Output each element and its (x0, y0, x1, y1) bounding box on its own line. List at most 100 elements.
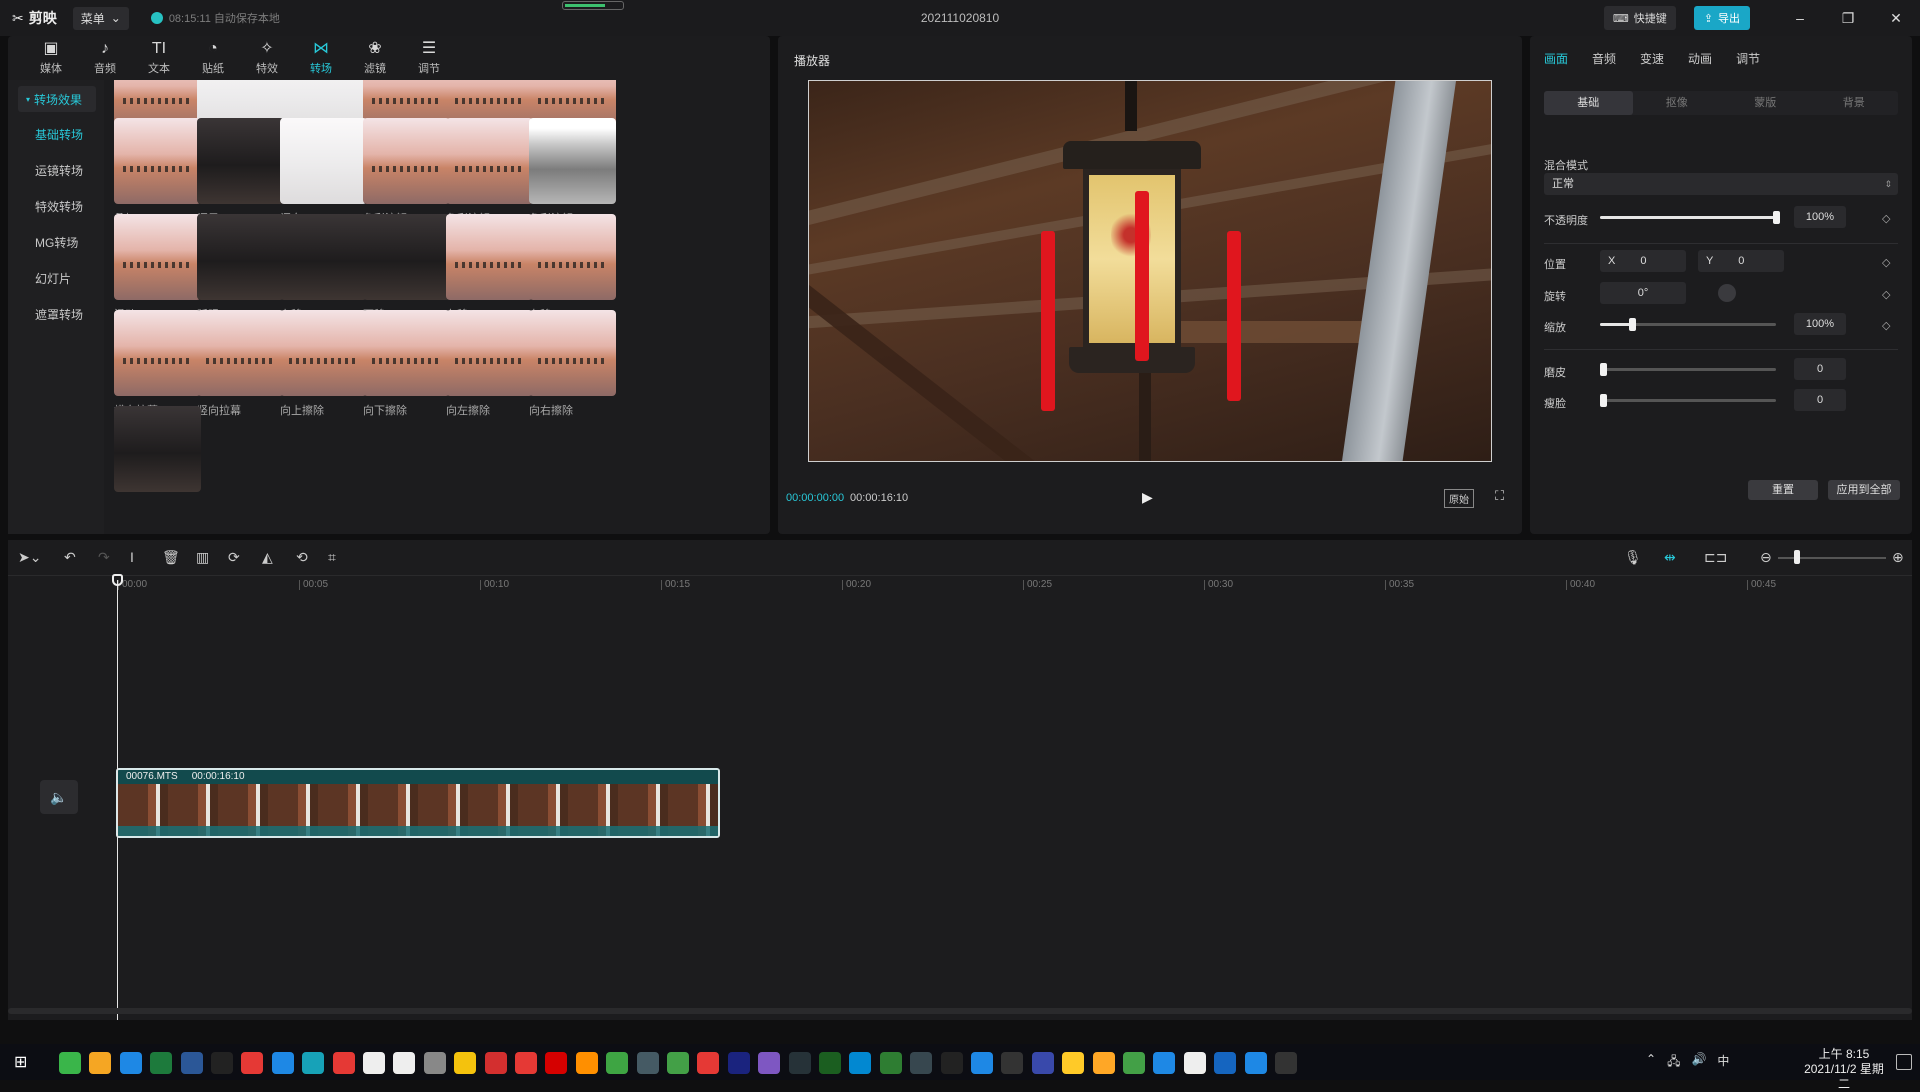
sidebar-header[interactable]: ▾ 转场效果 (18, 86, 96, 112)
taskbar-app-icon[interactable] (575, 1052, 598, 1074)
transition-item[interactable]: 色彩溶解 (363, 118, 450, 226)
face-slim-slider-knob[interactable] (1600, 394, 1607, 407)
transition-item[interactable]: 向左擦除 (446, 310, 533, 418)
scale-slider-knob[interactable] (1628, 318, 1636, 331)
tool-play-square[interactable]: ▣ 媒体 (24, 36, 78, 80)
sidebar-item[interactable]: 幻灯片 (8, 260, 104, 296)
taskbar-app-icon[interactable] (971, 1052, 993, 1074)
tool-sparkle[interactable]: ✧ 特效 (240, 36, 294, 80)
position-y-input[interactable]: Y 0 (1698, 250, 1784, 272)
tool-text[interactable]: TI 文本 (132, 36, 186, 80)
transition-item[interactable]: 闪黑 (197, 118, 284, 226)
tool-transition[interactable]: ⋈ 转场 (294, 36, 348, 80)
redo-icon[interactable]: ↷ (98, 549, 110, 566)
transition-item[interactable]: 叠加 (114, 118, 201, 226)
taskbar-app-icon[interactable] (1153, 1052, 1176, 1074)
taskbar-app-icon[interactable] (180, 1052, 203, 1074)
property-subtab[interactable]: 背景 (1810, 91, 1899, 115)
property-tab[interactable]: 调节 (1736, 50, 1760, 67)
cursor-select-icon[interactable]: ➤⌄ (18, 549, 41, 566)
transition-item[interactable]: 眨眼 (197, 214, 284, 322)
property-tab[interactable]: 音频 (1592, 50, 1616, 67)
property-subtab[interactable]: 蒙版 (1721, 91, 1810, 115)
windows-start-icon[interactable]: ⊞ (14, 1052, 36, 1074)
freeze-icon[interactable]: ▥ (196, 549, 209, 566)
close-button[interactable]: ✕ (1872, 10, 1920, 27)
keyframe-icon[interactable]: ◇ (1882, 256, 1890, 269)
taskbar-app-icon[interactable] (910, 1052, 933, 1074)
taskbar-app-icon[interactable] (1183, 1052, 1206, 1074)
taskbar-app-icon[interactable] (1062, 1052, 1085, 1074)
sidebar-item[interactable]: 基础转场 (8, 116, 104, 152)
network-icon[interactable]: 🖧 (1667, 1052, 1680, 1073)
taskbar-clock[interactable]: 上午 8:15 2021/11/2 星期二 (1804, 1047, 1884, 1092)
property-subtab[interactable]: 基础 (1544, 91, 1633, 115)
taskbar-app-icon[interactable] (1123, 1052, 1145, 1074)
taskbar-app-icon[interactable] (940, 1052, 963, 1074)
taskbar-app-icon[interactable] (241, 1052, 264, 1074)
transition-item[interactable]: 下移 (363, 214, 450, 322)
taskbar-app-icon[interactable] (879, 1052, 902, 1074)
face-slim-input[interactable]: 0 (1794, 389, 1846, 411)
property-tab[interactable]: 变速 (1640, 50, 1664, 67)
keyframe-icon[interactable]: ◇ (1882, 319, 1890, 332)
transition-item[interactable]: 闪白 (280, 118, 367, 226)
taskbar-app-icon[interactable] (271, 1052, 294, 1074)
scale-slider[interactable] (1600, 318, 1776, 331)
taskbar-app-icon[interactable] (150, 1052, 173, 1074)
taskbar-app-icon[interactable] (423, 1052, 446, 1074)
taskbar-app-icon[interactable] (1244, 1052, 1267, 1074)
rotate-dial-icon[interactable] (1718, 284, 1736, 302)
video-preview[interactable] (808, 80, 1492, 462)
taskbar-app-icon[interactable] (454, 1052, 477, 1074)
tool-filter[interactable]: ❀ 滤镜 (348, 36, 402, 80)
menu-button[interactable]: 菜单 ⌄ (72, 6, 129, 30)
crop-icon[interactable]: ⌗ (328, 549, 336, 566)
taskbar-app-icon[interactable] (515, 1052, 537, 1074)
export-button[interactable]: ⇪ 导出 (1693, 6, 1750, 30)
transition-item[interactable]: 向下擦除 (363, 310, 450, 418)
smooth-slider[interactable] (1600, 363, 1776, 376)
zoom-out-icon[interactable]: ⊖ (1760, 549, 1772, 566)
sidebar-item[interactable]: MG转场 (8, 224, 104, 260)
blend-mode-select[interactable]: 正常 ⇕ (1544, 173, 1898, 195)
playhead-handle[interactable] (112, 574, 123, 586)
transition-item[interactable]: 色彩溶解 III (529, 118, 616, 226)
transition-item[interactable]: 向右擦除 (529, 310, 616, 418)
taskbar-app-icon[interactable] (697, 1052, 720, 1074)
tool-music-note[interactable]: ♪ 音频 (78, 36, 132, 80)
undo-icon[interactable]: ↶ (64, 549, 76, 566)
scale-input[interactable]: 100% (1794, 313, 1846, 335)
transition-item[interactable]: 上移 (280, 214, 367, 322)
opacity-slider[interactable] (1600, 211, 1780, 224)
ratio-button[interactable]: 原始 (1444, 489, 1474, 508)
chevron-up-icon[interactable]: ⌃ (1646, 1052, 1656, 1073)
keyframe-icon[interactable]: ◇ (1882, 288, 1890, 301)
rotate-icon[interactable]: ⟲ (296, 549, 308, 566)
apply-all-button[interactable]: 应用到全部 (1828, 480, 1900, 500)
shortcut-button[interactable]: ⌨ 快捷键 (1603, 6, 1676, 30)
property-subtab[interactable]: 抠像 (1633, 91, 1722, 115)
taskbar-app-icon[interactable] (606, 1052, 629, 1074)
taskbar-app-icon[interactable] (667, 1052, 689, 1074)
taskbar-app-icon[interactable] (119, 1052, 142, 1074)
transition-item[interactable]: 左移 (446, 214, 533, 322)
sidebar-item[interactable]: 运镜转场 (8, 152, 104, 188)
taskbar-app-icon[interactable] (393, 1052, 416, 1074)
opacity-slider-knob[interactable] (1773, 211, 1780, 224)
playhead[interactable] (117, 580, 118, 1020)
property-tab[interactable]: 动画 (1688, 50, 1712, 67)
taskbar-app-icon[interactable] (545, 1052, 568, 1074)
transition-item[interactable]: 滑动 (114, 214, 201, 322)
play-icon[interactable]: ▶ (1142, 489, 1153, 506)
timeline-ruler[interactable]: 00:00 00:05 00:10 00:15 00:20 00:25 00:30 00:35… (8, 576, 1912, 594)
mute-track-button[interactable]: 🔈 (40, 780, 78, 814)
ime-indicator[interactable]: 中 (1717, 1052, 1729, 1073)
taskbar-app-icon[interactable] (302, 1052, 325, 1074)
reverse-icon[interactable]: ⟳ (228, 549, 240, 566)
tool-sticker[interactable]: ◔ 贴纸 (186, 36, 240, 80)
taskbar-app-icon[interactable] (89, 1052, 112, 1074)
taskbar-app-icon[interactable] (484, 1052, 507, 1074)
opacity-input[interactable]: 100% (1794, 206, 1846, 228)
taskbar-app-icon[interactable] (1092, 1052, 1115, 1074)
